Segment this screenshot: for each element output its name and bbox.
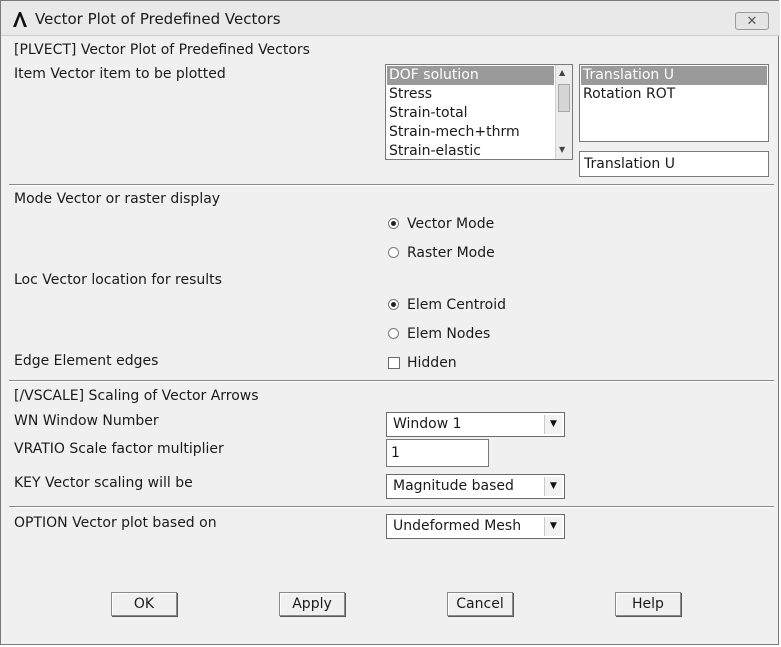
component-listbox[interactable]: Translation U Rotation ROT (579, 64, 769, 142)
scroll-down-icon[interactable]: ▼ (559, 145, 565, 154)
section-divider (9, 380, 774, 382)
vector-plot-basis-select[interactable]: Undeformed Mesh ▼ (386, 514, 565, 539)
dialog-window: Vector Plot of Predefined Vectors ✕ [PLV… (0, 0, 780, 645)
item-label: Item Vector item to be plotted (14, 66, 226, 82)
raster-mode-radio[interactable] (388, 247, 399, 258)
item-listbox[interactable]: DOF solution Stress Strain-total Strain-… (385, 64, 573, 160)
component-option-translation[interactable]: Translation U (581, 66, 767, 85)
item-option-strain-total[interactable]: Strain-total (387, 104, 468, 123)
edge-label: Edge Element edges (14, 353, 159, 369)
item-listbox-scrollbar[interactable]: ▲ ▼ (555, 65, 572, 159)
chevron-down-icon[interactable]: ▼ (544, 415, 562, 434)
ansys-logo-icon (13, 12, 27, 27)
section-divider (9, 184, 774, 186)
item-option-stress[interactable]: Stress (387, 85, 432, 104)
raster-mode-label[interactable]: Raster Mode (407, 245, 495, 261)
item-option-dof-solution[interactable]: DOF solution (387, 66, 554, 85)
section-divider (9, 506, 774, 508)
close-button[interactable]: ✕ (735, 12, 769, 30)
component-option-rotation[interactable]: Rotation ROT (581, 85, 675, 104)
hidden-checkbox-label[interactable]: Hidden (407, 355, 457, 371)
loc-label: Loc Vector location for results (14, 272, 222, 288)
chevron-down-icon[interactable]: ▼ (544, 477, 562, 496)
item-option-strain-elastic[interactable]: Strain-elastic (387, 142, 481, 159)
window-title: Vector Plot of Predefined Vectors (35, 10, 281, 28)
window-number-value: Window 1 (393, 416, 462, 432)
mode-label: Mode Vector or raster display (14, 191, 221, 207)
vector-mode-label[interactable]: Vector Mode (407, 216, 494, 232)
title-bar[interactable]: Vector Plot of Predefined Vectors ✕ (1, 1, 780, 36)
chevron-down-icon[interactable]: ▼ (544, 517, 562, 536)
item-option-strain-mech-thrm[interactable]: Strain-mech+thrm (387, 123, 520, 142)
vector-mode-radio[interactable] (388, 218, 399, 229)
help-button[interactable]: Help (615, 592, 681, 616)
hidden-checkbox[interactable] (388, 357, 400, 369)
elem-nodes-radio[interactable] (388, 328, 399, 339)
wn-label: WN Window Number (14, 413, 159, 429)
vector-scaling-value: Magnitude based (393, 478, 514, 494)
key-label: KEY Vector scaling will be (14, 475, 193, 491)
vscale-header: [/VSCALE] Scaling of Vector Arrows (14, 388, 259, 404)
elem-centroid-radio[interactable] (388, 299, 399, 310)
vector-scaling-select[interactable]: Magnitude based ▼ (386, 474, 565, 499)
cancel-button[interactable]: Cancel (447, 592, 513, 616)
option-label: OPTION Vector plot based on (14, 515, 217, 531)
vratio-label: VRATIO Scale factor multiplier (14, 441, 224, 457)
plvect-header: [PLVECT] Vector Plot of Predefined Vecto… (14, 42, 310, 58)
scroll-up-icon[interactable]: ▲ (559, 68, 565, 77)
apply-button[interactable]: Apply (279, 592, 345, 616)
scrollbar-thumb[interactable] (558, 84, 570, 112)
component-value-field[interactable]: Translation U (579, 151, 769, 177)
vratio-input[interactable]: 1 (386, 439, 489, 467)
vector-plot-basis-value: Undeformed Mesh (393, 518, 522, 534)
close-icon: ✕ (746, 14, 758, 29)
window-number-select[interactable]: Window 1 ▼ (386, 412, 565, 437)
elem-centroid-label[interactable]: Elem Centroid (407, 297, 506, 313)
elem-nodes-label[interactable]: Elem Nodes (407, 326, 490, 342)
ok-button[interactable]: OK (111, 592, 177, 616)
